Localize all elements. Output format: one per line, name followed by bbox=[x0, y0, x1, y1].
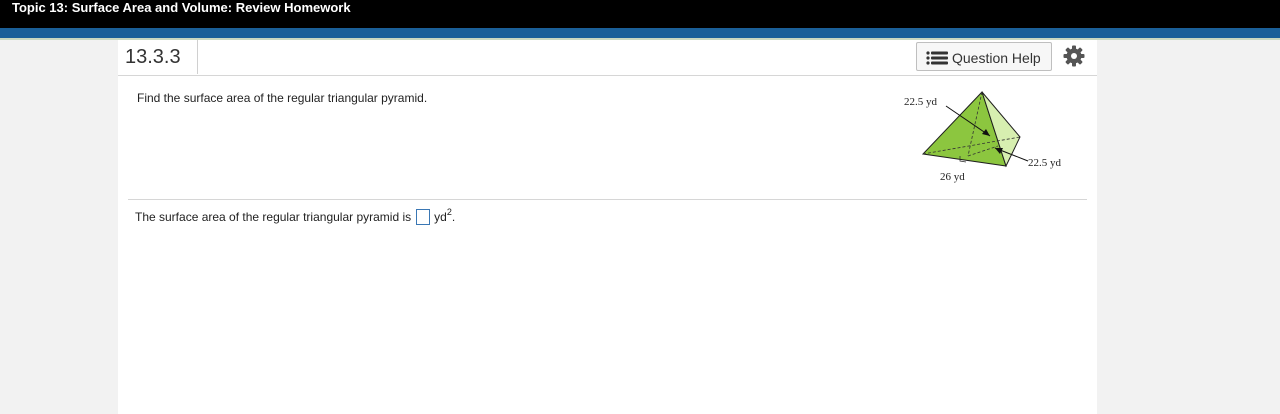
question-help-button[interactable]: Question Help bbox=[916, 42, 1052, 71]
base-edge-label: 26 yd bbox=[940, 171, 965, 183]
question-prompt: Find the surface area of the regular tri… bbox=[137, 91, 428, 105]
question-help-label: Question Help bbox=[952, 50, 1041, 66]
content-separator bbox=[128, 199, 1087, 200]
panel-divider bbox=[118, 75, 1097, 76]
gear-icon[interactable] bbox=[1063, 45, 1085, 67]
header-accent-strip bbox=[0, 28, 1280, 38]
answer-exponent: 2 bbox=[446, 207, 452, 217]
answer-input[interactable] bbox=[416, 209, 431, 225]
question-panel: 13.3.3 Question Help Find the surface ar… bbox=[118, 40, 1097, 414]
answer-row: The surface area of the regular triangul… bbox=[135, 207, 456, 225]
top-bar: Topic 13: Surface Area and Volume: Revie… bbox=[0, 0, 1280, 28]
slant-edge-label: 22.5 yd bbox=[1028, 157, 1062, 169]
question-number: 13.3.3 bbox=[118, 40, 198, 74]
assignment-title: Topic 13: Surface Area and Volume: Revie… bbox=[12, 0, 351, 15]
answer-unit: yd2. bbox=[434, 207, 456, 224]
list-icon bbox=[926, 51, 948, 65]
answer-prefix: The surface area of the regular triangul… bbox=[135, 210, 412, 224]
pyramid-figure: 22.5 yd 22.5 yd 26 yd bbox=[904, 91, 1062, 183]
slant-height-label: 22.5 yd bbox=[904, 96, 938, 108]
